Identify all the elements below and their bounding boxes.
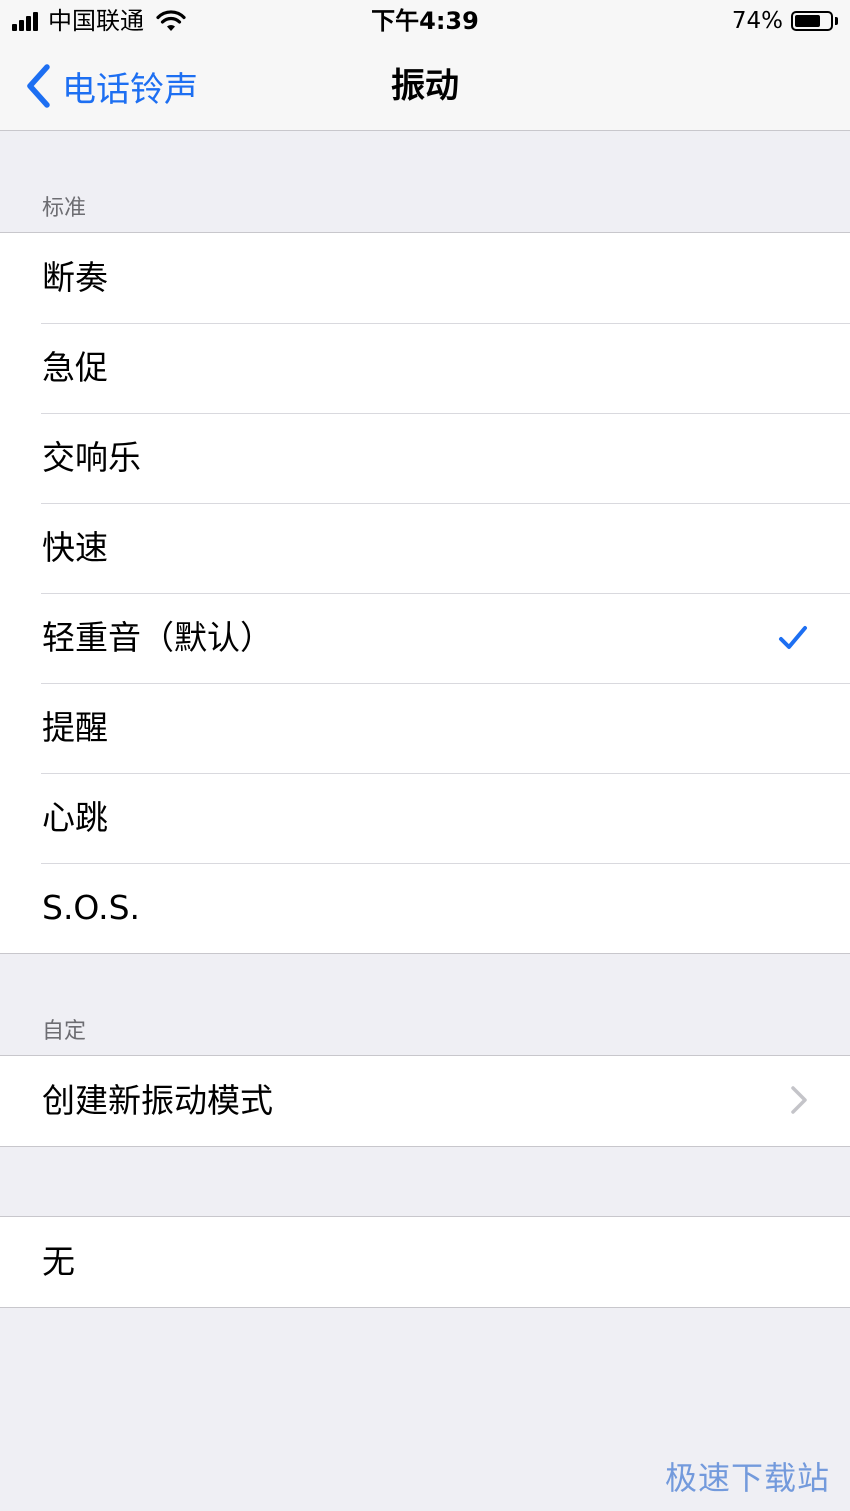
battery-cap: [835, 17, 838, 25]
vibration-option-label: 心跳: [42, 798, 108, 837]
vibration-option-none-label: 无: [42, 1242, 75, 1281]
vibration-option-alert[interactable]: 提醒: [0, 683, 850, 773]
standard-vibration-list: 断奏 急促 交响乐 快速 轻重音（默认） 提醒 心跳 S.O.S.: [0, 232, 850, 954]
chevron-right-icon: [791, 1086, 807, 1114]
status-time: 下午4:39: [371, 7, 479, 35]
status-bar-right: 74%: [732, 6, 838, 36]
vibration-option-none[interactable]: 无: [0, 1217, 850, 1307]
battery-icon: [791, 11, 833, 31]
section-header-standard: 标准: [42, 196, 87, 221]
vibration-option-accent-default[interactable]: 轻重音（默认）: [0, 593, 850, 683]
create-new-vibration-label: 创建新振动模式: [42, 1081, 273, 1120]
vibration-option-label: 断奏: [42, 258, 108, 297]
status-bar: 中国联通 下午4:39 74%: [0, 0, 850, 44]
navigation-bar: 电话铃声 振动: [0, 44, 850, 131]
vibration-option-heartbeat[interactable]: 心跳: [0, 773, 850, 863]
vibration-option-staccato[interactable]: 断奏: [0, 233, 850, 323]
vibration-option-rapid[interactable]: 急促: [0, 323, 850, 413]
custom-vibration-list: 创建新振动模式: [0, 1055, 850, 1147]
none-vibration-list: 无: [0, 1216, 850, 1308]
vibration-option-label: 提醒: [42, 708, 108, 747]
vibration-option-quick[interactable]: 快速: [0, 503, 850, 593]
vibration-option-label: 轻重音（默认）: [42, 618, 273, 657]
page-title: 振动: [391, 66, 459, 106]
checkmark-icon: [779, 626, 807, 649]
vibration-option-label: 急促: [42, 348, 108, 387]
vibration-option-label: 快速: [42, 528, 108, 567]
vibration-option-label: S.O.S.: [42, 888, 141, 927]
create-new-vibration-row[interactable]: 创建新振动模式: [0, 1056, 850, 1146]
watermark: 极速下载站: [664, 1459, 830, 1497]
section-header-custom: 自定: [42, 1019, 87, 1044]
battery-fill: [795, 15, 821, 27]
vibration-option-label: 交响乐: [42, 438, 141, 477]
vibration-option-symphony[interactable]: 交响乐: [0, 413, 850, 503]
battery-percent: 74%: [731, 8, 783, 34]
vibration-option-sos[interactable]: S.O.S.: [0, 863, 850, 953]
